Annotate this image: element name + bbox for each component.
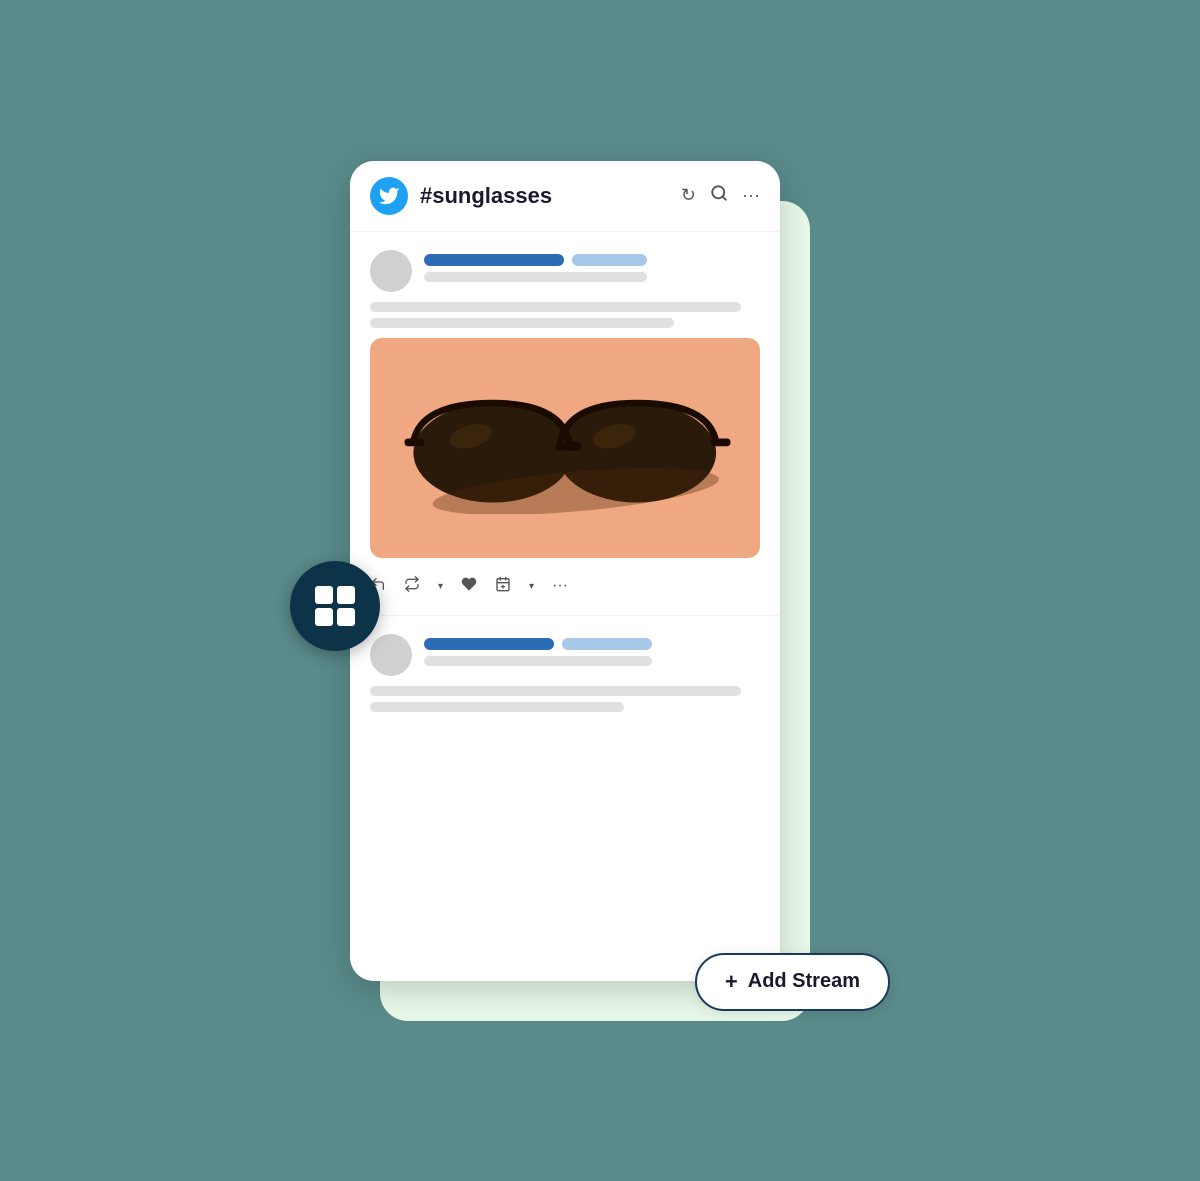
main-card: #sunglasses ↻ ···	[350, 161, 780, 981]
tweet-meta-1	[424, 254, 647, 288]
dashboard-icon	[313, 584, 357, 628]
calendar-icon[interactable]	[495, 576, 511, 597]
plus-icon: +	[725, 969, 738, 995]
handle-bar-2	[562, 638, 652, 650]
name-bar-2	[424, 638, 554, 650]
text-line-1a	[424, 272, 647, 282]
tweet-meta-2	[424, 638, 652, 672]
add-stream-label: Add Stream	[748, 970, 860, 993]
text-line-1c	[370, 318, 674, 328]
avatar-2	[370, 634, 412, 676]
dashboard-grid-svg	[313, 584, 357, 628]
text-line-2b	[370, 686, 741, 696]
name-line-2	[424, 638, 652, 650]
refresh-icon[interactable]: ↻	[681, 185, 696, 206]
like-icon[interactable]	[461, 576, 477, 597]
tweet-card-2	[350, 616, 780, 736]
search-icon[interactable]	[710, 184, 728, 207]
twitter-bird-svg	[378, 185, 400, 207]
sunglasses-svg	[399, 381, 731, 514]
tweet-header-1	[370, 250, 760, 292]
add-stream-button[interactable]: + Add Stream	[695, 953, 890, 1011]
hashtag-label: #sunglasses	[420, 183, 669, 209]
text-line-2a	[424, 656, 652, 666]
tweet-card-1: ▾ ▾ ···	[350, 232, 780, 616]
more-actions-icon[interactable]: ···	[552, 577, 568, 595]
text-line-1b	[370, 302, 741, 312]
avatar-1	[370, 250, 412, 292]
handle-bar-1	[572, 254, 647, 266]
retweet-icon[interactable]	[404, 576, 420, 597]
twitter-icon	[370, 177, 408, 215]
name-bar-1	[424, 254, 564, 266]
tweet-header-2	[370, 634, 760, 676]
calendar-chevron-icon[interactable]: ▾	[529, 581, 534, 592]
more-icon[interactable]: ···	[742, 185, 760, 206]
header-bar: #sunglasses ↻ ···	[350, 161, 780, 232]
dashboard-button[interactable]	[290, 561, 380, 651]
tweet-actions-1: ▾ ▾ ···	[370, 568, 760, 597]
retweet-chevron-icon[interactable]: ▾	[438, 581, 443, 592]
header-actions: ↻ ···	[681, 184, 760, 207]
name-line-1	[424, 254, 647, 266]
text-line-2c	[370, 702, 624, 712]
tweet-image-1	[370, 338, 760, 558]
scene: #sunglasses ↻ ···	[340, 141, 860, 1041]
